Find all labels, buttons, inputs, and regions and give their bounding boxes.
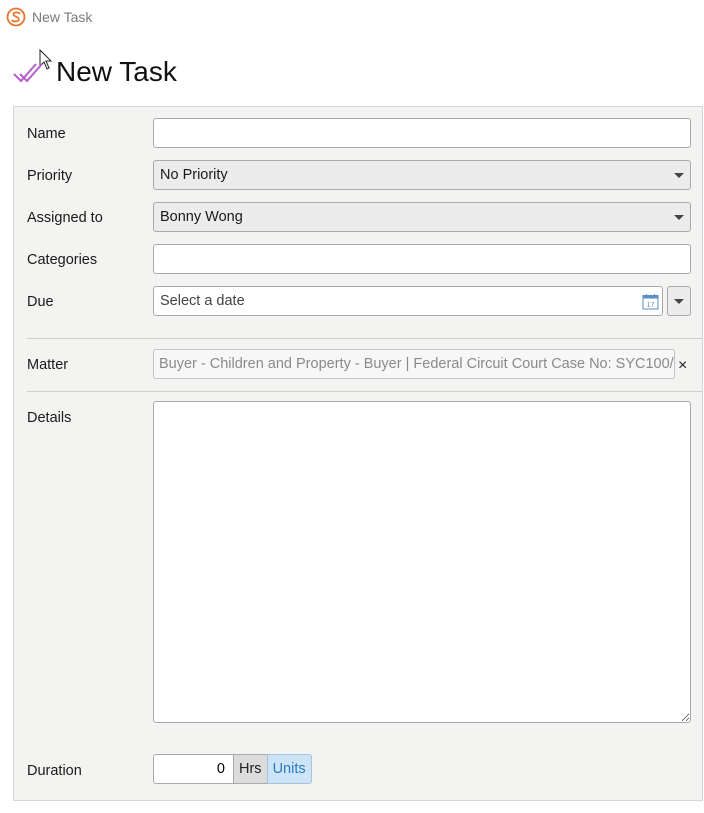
due-label: Due (27, 294, 54, 310)
duration-control: Hrs Units (153, 754, 312, 786)
section-divider (27, 338, 703, 339)
priority-select[interactable]: No Priority (153, 160, 691, 190)
priority-value: No Priority (160, 167, 228, 183)
categories-input[interactable] (153, 244, 691, 274)
duration-label: Duration (27, 763, 82, 779)
due-date-dropdown-button[interactable] (667, 286, 691, 316)
due-date-placeholder: Select a date (160, 293, 245, 309)
window-title: New Task (32, 9, 93, 25)
priority-label: Priority (27, 168, 73, 184)
hrs-toggle-button[interactable]: Hrs (233, 754, 267, 784)
chevron-down-icon (674, 173, 684, 178)
chevron-down-icon (674, 299, 684, 304)
details-textarea[interactable] (153, 401, 691, 723)
chevron-down-icon (674, 215, 684, 220)
duration-input[interactable] (153, 754, 233, 784)
assigned-to-select[interactable]: Bonny Wong (153, 202, 691, 232)
calendar-icon[interactable]: 17 (642, 293, 659, 310)
name-label: Name (27, 126, 66, 142)
matter-label: Matter (27, 357, 69, 373)
assigned-to-label: Assigned to (27, 210, 103, 226)
title-bar: New Task (0, 0, 704, 34)
page-title: New Task (56, 56, 177, 87)
matter-field[interactable]: Buyer - Children and Property - Buyer | … (153, 349, 675, 379)
section-divider (27, 391, 703, 392)
units-toggle-button[interactable]: Units (266, 754, 312, 784)
app-logo-icon (6, 7, 26, 27)
assigned-to-value: Bonny Wong (160, 209, 243, 225)
task-check-icon (13, 63, 43, 83)
categories-label: Categories (27, 252, 98, 268)
task-form-panel: Name Priority No Priority Assigned to Bo… (13, 106, 703, 801)
calendar-day-text: 17 (647, 302, 655, 309)
due-date-input[interactable]: Select a date 17 (153, 286, 663, 316)
details-label: Details (27, 410, 72, 426)
name-input[interactable] (153, 118, 691, 148)
clear-matter-icon[interactable]: × (678, 357, 687, 375)
